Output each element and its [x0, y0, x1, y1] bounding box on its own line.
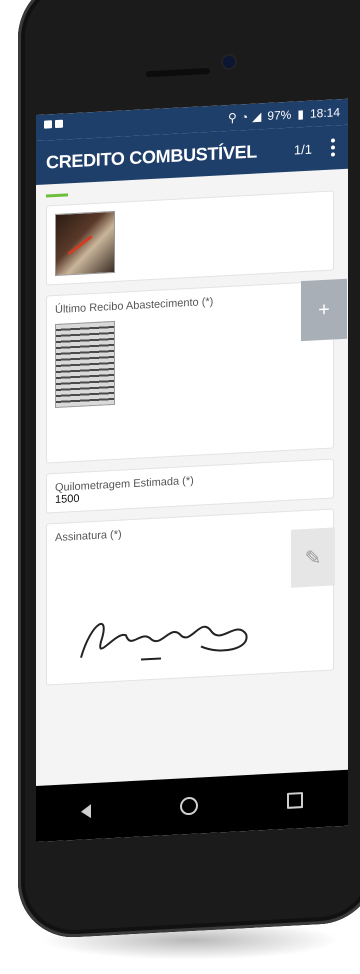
signature-field: Assinatura (*) ✎: [46, 508, 335, 686]
speaker-grille: [146, 67, 210, 78]
phone-screen: ⚲ ◔ ◢ 97% ▮ 18:14 CREDITO COMBUSTÍVEL 1/…: [36, 98, 348, 843]
home-icon[interactable]: [179, 796, 198, 816]
recents-icon[interactable]: [287, 792, 304, 809]
system-nav-bar: [36, 769, 348, 843]
receipt-field: Último Recibo Abastecimento (*) +: [46, 278, 347, 464]
notification-icon: [55, 119, 63, 129]
wifi-icon: ◔: [240, 109, 249, 125]
dashboard-photo-thumbnail[interactable]: [55, 210, 115, 277]
receipt-photo-thumbnail[interactable]: [55, 320, 115, 409]
form-content: Último Recibo Abastecimento (*) + Quilom…: [36, 169, 348, 686]
page-counter: 1/1: [293, 141, 312, 158]
photo-field: [46, 190, 334, 286]
status-time: 18:14: [309, 105, 340, 121]
progress-indicator: [46, 193, 68, 198]
front-camera: [223, 55, 235, 69]
page-title: CREDITO COMBUSTÍVEL: [46, 140, 257, 173]
pencil-icon[interactable]: ✎: [291, 527, 335, 588]
kebab-icon[interactable]: [326, 137, 340, 158]
stage: ⚲ ◔ ◢ 97% ▮ 18:14 CREDITO COMBUSTÍVEL 1/…: [0, 0, 360, 974]
signature-drawing[interactable]: [71, 593, 271, 673]
back-icon[interactable]: [80, 804, 91, 819]
phone-frame: ⚲ ◔ ◢ 97% ▮ 18:14 CREDITO COMBUSTÍVEL 1/…: [18, 0, 360, 941]
mileage-field[interactable]: Quilometragem Estimada (*) 1500: [46, 458, 334, 514]
battery-icon: ▮: [297, 107, 304, 122]
add-photo-button[interactable]: +: [301, 278, 347, 342]
notification-icons: [44, 119, 63, 129]
battery-percent: 97%: [267, 107, 292, 123]
receipt-label: Último Recibo Abastecimento (*): [55, 295, 214, 317]
gauge-needle: [67, 235, 93, 256]
status-icons: ⚲ ◔ ◢: [228, 109, 261, 125]
signal-icon: ◢: [252, 109, 262, 124]
location-icon: ⚲: [228, 110, 237, 125]
notification-icon: [44, 120, 52, 129]
